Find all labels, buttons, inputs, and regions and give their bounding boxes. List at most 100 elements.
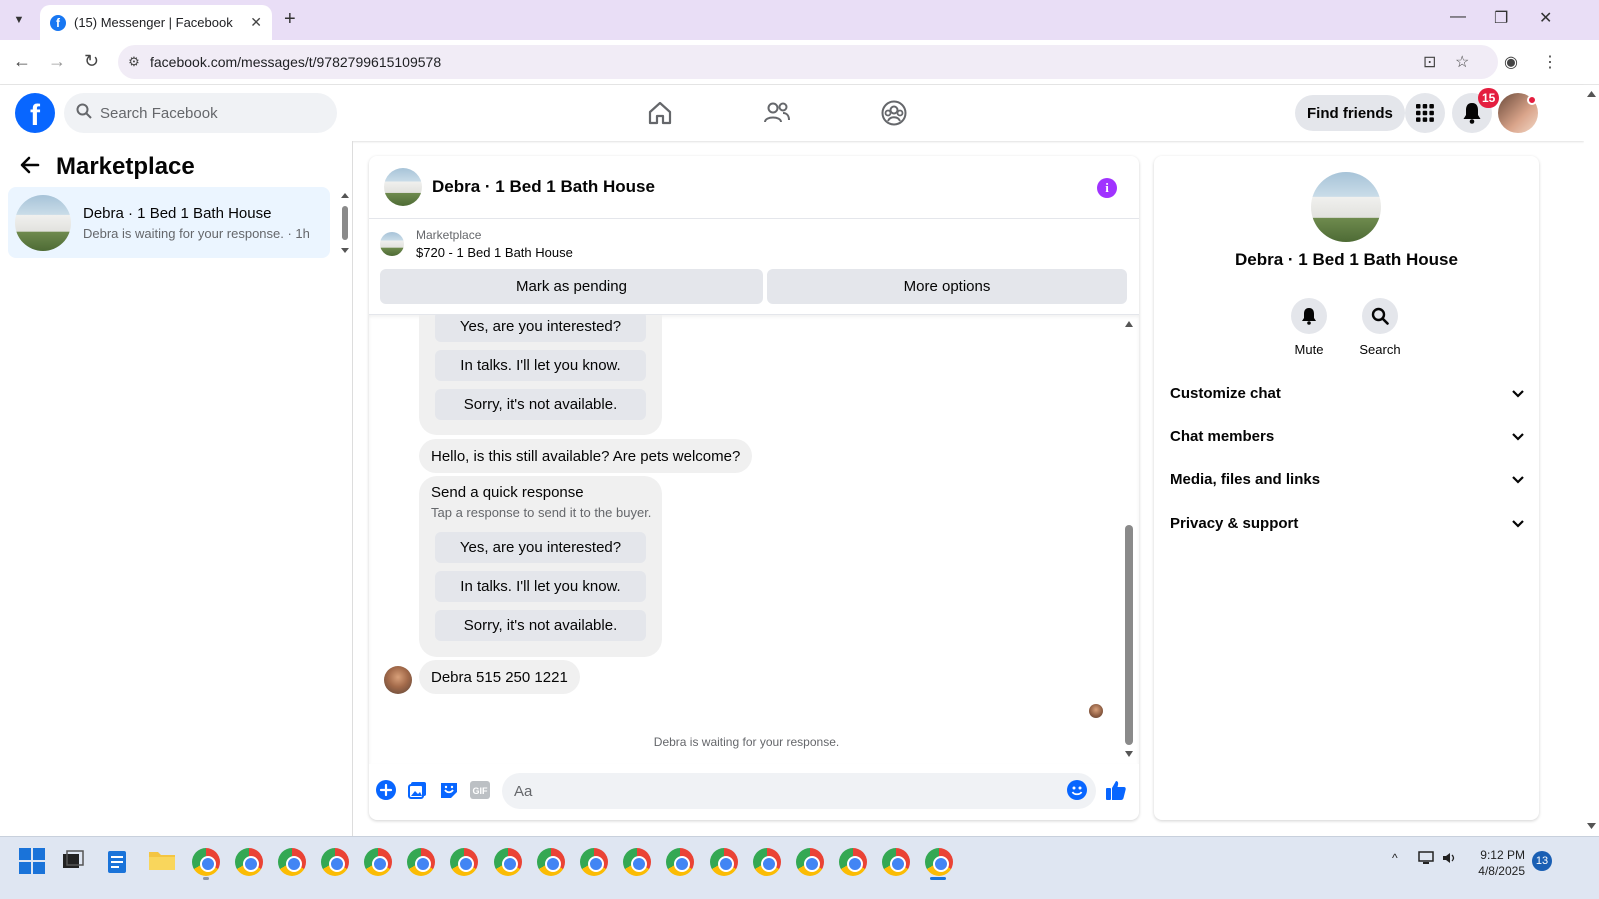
facebook-favicon-icon: f: [50, 14, 66, 31]
message-input[interactable]: [514, 773, 1054, 809]
volume-icon[interactable]: [1442, 851, 1458, 868]
tab-close-icon[interactable]: ✕: [250, 14, 262, 31]
address-bar-row: ← → ↻ ⚙ facebook.com/messages/t/97827996…: [0, 40, 1599, 85]
omnibox[interactable]: ⚙ facebook.com/messages/t/97827996151095…: [118, 45, 1498, 79]
info-icon[interactable]: i: [1097, 178, 1117, 198]
notepad-icon[interactable]: [106, 848, 134, 876]
like-thumbs-up-icon[interactable]: [1105, 779, 1127, 801]
facebook-search[interactable]: [64, 93, 337, 133]
chat-title[interactable]: Debra · 1 Bed 1 Bath House: [432, 177, 655, 197]
reload-icon[interactable]: ↻: [84, 51, 99, 72]
find-friends-button[interactable]: Find friends: [1295, 95, 1405, 131]
chrome-icon[interactable]: [364, 848, 392, 876]
attach-photo-icon[interactable]: [407, 779, 429, 801]
conversation-item[interactable]: Debra · 1 Bed 1 Bath House Debra is wait…: [8, 187, 330, 258]
chat-members-section[interactable]: Chat members: [1170, 421, 1524, 451]
sticker-icon[interactable]: [438, 779, 460, 801]
marketplace-title: Marketplace: [56, 153, 195, 180]
search-conversation-icon[interactable]: [1362, 298, 1398, 334]
url-text[interactable]: facebook.com/messages/t/9782799615109578: [150, 54, 441, 70]
window-close-icon[interactable]: ✕: [1539, 8, 1552, 28]
privacy-support-section[interactable]: Privacy & support: [1170, 508, 1524, 538]
chrome-icon[interactable]: [796, 848, 824, 876]
listing-summary[interactable]: Marketplace $720 - 1 Bed 1 Bath House: [380, 228, 573, 260]
quick-response-title: Send a quick response: [431, 484, 584, 501]
message-input-box[interactable]: [502, 773, 1096, 809]
start-windows-icon[interactable]: [19, 848, 47, 876]
menu-grid-icon[interactable]: [1405, 93, 1445, 133]
file-explorer-icon[interactable]: [148, 848, 176, 876]
mark-as-pending-button[interactable]: Mark as pending: [380, 269, 763, 304]
chrome-icon[interactable]: [710, 848, 738, 876]
quick-reply-button[interactable]: Yes, are you interested?: [435, 315, 646, 342]
details-name: Debra · 1 Bed 1 Bath House: [1235, 250, 1458, 269]
section-label: Customize chat: [1170, 384, 1281, 402]
bookmark-star-icon[interactable]: ☆: [1455, 52, 1469, 72]
media-files-links-section[interactable]: Media, files and links: [1170, 464, 1524, 494]
quick-reply-button[interactable]: In talks. I'll let you know.: [435, 571, 646, 602]
sender-avatar[interactable]: [384, 666, 412, 694]
thread-scrollbar[interactable]: [1122, 315, 1136, 764]
back-icon[interactable]: ←: [13, 51, 31, 72]
emoji-icon[interactable]: [1066, 779, 1088, 801]
chrome-icon[interactable]: [882, 848, 910, 876]
page-scrollbar[interactable]: [1584, 85, 1599, 836]
chrome-icon[interactable]: [192, 848, 220, 876]
quick-reply-button[interactable]: Yes, are you interested?: [435, 532, 646, 563]
more-options-button[interactable]: More options: [767, 269, 1127, 304]
quick-reply-button[interactable]: Sorry, it's not available.: [435, 389, 646, 420]
chevron-down-icon: [1512, 515, 1524, 532]
notification-center-badge[interactable]: 13: [1532, 851, 1552, 871]
chrome-icon-active[interactable]: [925, 848, 953, 876]
forward-icon[interactable]: →: [48, 51, 66, 72]
chat-listing-avatar[interactable]: [384, 168, 422, 206]
chrome-icon[interactable]: [753, 848, 781, 876]
groups-icon[interactable]: [877, 97, 911, 129]
chrome-icon[interactable]: [235, 848, 263, 876]
minimize-icon[interactable]: —: [1450, 8, 1466, 26]
profile-icon[interactable]: ◉: [1504, 52, 1518, 72]
chrome-icon[interactable]: [407, 848, 435, 876]
chrome-icon[interactable]: [321, 848, 349, 876]
search-input[interactable]: [100, 104, 320, 122]
back-arrow-icon[interactable]: [20, 154, 40, 180]
quick-reply-button[interactable]: In talks. I'll let you know.: [435, 350, 646, 381]
task-view-icon[interactable]: [61, 848, 89, 876]
details-listing-avatar[interactable]: [1311, 172, 1381, 242]
chrome-icon[interactable]: [450, 848, 478, 876]
mute-action[interactable]: Mute: [1279, 298, 1339, 357]
browser-menu-icon[interactable]: ⋮: [1542, 52, 1558, 72]
mute-label: Mute: [1294, 342, 1324, 357]
tray-overflow-chevron-icon[interactable]: ^: [1392, 851, 1398, 865]
conversation-preview: Debra is waiting for your response. · 1h: [83, 225, 310, 241]
restore-icon[interactable]: ❐: [1494, 8, 1508, 28]
sidebar-scrollbar[interactable]: [340, 190, 350, 256]
mute-bell-icon[interactable]: [1291, 298, 1327, 334]
system-clock[interactable]: 9:12 PM 4/8/2025: [1470, 847, 1525, 879]
network-icon[interactable]: [1418, 851, 1434, 868]
friends-icon[interactable]: [760, 97, 794, 129]
windows-taskbar: ^ 9:12 PM 4/8/2025 13: [0, 836, 1599, 899]
new-tab-icon[interactable]: +: [284, 8, 296, 31]
chrome-icon[interactable]: [537, 848, 565, 876]
customize-chat-section[interactable]: Customize chat: [1170, 378, 1524, 408]
chrome-icon[interactable]: [839, 848, 867, 876]
chrome-icon[interactable]: [278, 848, 306, 876]
search-action[interactable]: Search: [1350, 298, 1410, 357]
facebook-logo-icon[interactable]: f: [15, 93, 55, 133]
tab-title: (15) Messenger | Facebook: [74, 15, 233, 30]
browser-tab[interactable]: f (15) Messenger | Facebook ✕: [40, 5, 272, 40]
thread-scroll-thumb[interactable]: [1125, 525, 1133, 745]
chrome-icon[interactable]: [580, 848, 608, 876]
more-actions-plus-icon[interactable]: [375, 779, 397, 801]
chrome-icon[interactable]: [494, 848, 522, 876]
tab-list-chevron-icon[interactable]: ▼: [8, 9, 30, 31]
quick-reply-button[interactable]: Sorry, it's not available.: [435, 610, 646, 641]
install-app-icon[interactable]: ⊡: [1423, 52, 1436, 72]
gif-icon[interactable]: GIF: [469, 779, 491, 801]
chevron-down-icon: [1512, 471, 1524, 488]
chrome-icon[interactable]: [666, 848, 694, 876]
site-info-icon[interactable]: ⚙: [118, 54, 150, 70]
home-icon[interactable]: [643, 97, 677, 129]
chrome-icon[interactable]: [623, 848, 651, 876]
